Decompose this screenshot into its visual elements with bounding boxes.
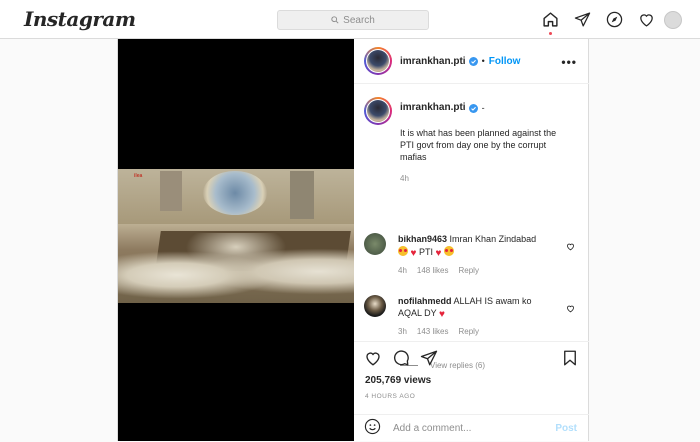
top-nav: Instagram Search xyxy=(0,0,700,39)
post-timestamp[interactable]: 4 HOURS AGO xyxy=(365,393,415,400)
like-icon[interactable] xyxy=(364,349,382,372)
video-player[interactable]: ilea xyxy=(118,39,354,441)
share-icon[interactable] xyxy=(420,349,438,372)
caption-username[interactable]: imrankhan.pti xyxy=(400,102,466,114)
active-dot xyxy=(549,32,552,35)
add-comment-input[interactable]: Add a comment... xyxy=(393,423,471,434)
home-icon[interactable] xyxy=(541,10,560,35)
comment-likes[interactable]: 148 likes xyxy=(417,265,449,277)
comments-list: imrankhan.pti - It is what has been plan… xyxy=(354,85,589,370)
post-header: imrankhan.pti • Follow ••• xyxy=(354,39,589,84)
caption-text: It is what has been planned against the … xyxy=(400,128,557,162)
post-sidebar: imrankhan.pti • Follow ••• imrankhan.pti… xyxy=(354,39,589,441)
red-heart-emoji-icon: ♥ xyxy=(410,248,417,259)
emoji-icon[interactable] xyxy=(364,418,381,440)
comment-item: bikhan9463 Imran Khan Zindabad ♥ PTI ♥ 4… xyxy=(364,233,579,277)
explore-icon[interactable] xyxy=(605,10,624,29)
caption: imrankhan.pti - It is what has been plan… xyxy=(364,97,579,185)
profile-avatar[interactable] xyxy=(664,11,682,29)
verified-badge-icon xyxy=(468,103,478,113)
instagram-logo[interactable]: Instagram xyxy=(24,7,136,31)
more-options-icon[interactable]: ••• xyxy=(561,55,577,69)
author-avatar[interactable] xyxy=(364,47,392,75)
comment-avatar[interactable] xyxy=(364,295,386,317)
direct-icon[interactable] xyxy=(573,10,592,29)
reply-button[interactable]: Reply xyxy=(458,326,478,338)
caption-author-avatar[interactable] xyxy=(364,97,392,125)
red-heart-emoji-icon: ♥ xyxy=(435,248,442,259)
verified-badge-icon xyxy=(468,56,478,66)
caption-dash: - xyxy=(481,103,485,113)
comment-icon[interactable] xyxy=(392,349,410,372)
video-scene-people xyxy=(118,233,354,303)
post-dialog: ilea imrankhan.pti • Follow ••• imrankha… xyxy=(117,39,589,441)
separator-dot: • xyxy=(481,56,485,66)
post-actions: 205,769 views 4 HOURS AGO Add a comment.… xyxy=(354,341,589,441)
like-comment-icon[interactable] xyxy=(566,300,575,313)
video-scene-portrait xyxy=(160,171,182,211)
like-comment-icon[interactable] xyxy=(566,238,575,251)
heart-eyes-emoji-icon xyxy=(398,246,408,256)
video-scene-portrait xyxy=(290,171,314,219)
author-username[interactable]: imrankhan.pti xyxy=(400,56,466,67)
add-comment-bar: Add a comment... Post xyxy=(354,414,589,442)
activity-heart-icon[interactable] xyxy=(637,10,656,29)
comment-text: Imran Khan Zindabad xyxy=(449,234,537,244)
video-watermark: ilea xyxy=(134,173,143,179)
comment-time[interactable]: 3h xyxy=(398,326,407,338)
comment-likes[interactable]: 143 likes xyxy=(417,326,449,338)
red-heart-emoji-icon: ♥ xyxy=(439,309,445,320)
save-bookmark-icon[interactable] xyxy=(561,349,579,372)
video-frame[interactable]: ilea xyxy=(118,169,354,303)
reply-button[interactable]: Reply xyxy=(458,265,478,277)
comment-item: nofilahmedd ALLAH IS awam ko AQAL DY ♥ 3… xyxy=(364,295,579,338)
post-comment-button[interactable]: Post xyxy=(555,423,577,434)
comment-time[interactable]: 4h xyxy=(398,265,407,277)
view-count[interactable]: 205,769 views xyxy=(365,375,431,386)
comment-username[interactable]: bikhan9463 xyxy=(398,234,447,244)
heart-eyes-emoji-icon xyxy=(443,246,454,256)
caption-time[interactable]: 4h xyxy=(400,173,570,185)
comment-username[interactable]: nofilahmedd xyxy=(398,296,452,306)
comment-avatar[interactable] xyxy=(364,233,386,255)
search-placeholder: Search xyxy=(343,14,375,26)
search-icon xyxy=(331,16,339,24)
search-input[interactable]: Search xyxy=(277,10,429,30)
comment-text-continued: PTI xyxy=(418,247,433,257)
follow-button[interactable]: Follow xyxy=(489,56,521,67)
video-scene-emblem xyxy=(203,171,267,215)
